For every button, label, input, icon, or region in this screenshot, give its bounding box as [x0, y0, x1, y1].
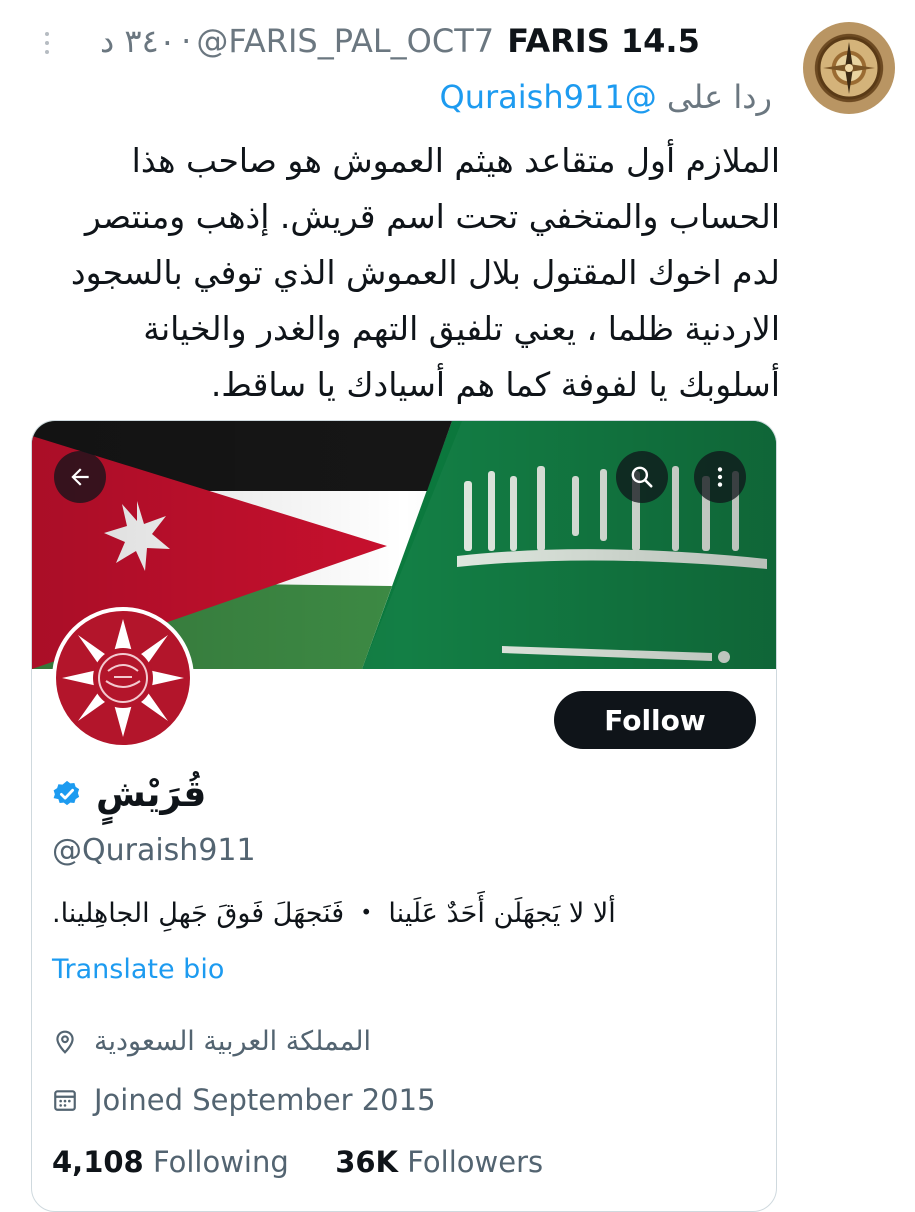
following-label: Following [152, 1145, 289, 1179]
profile-name-row: قُرَيْشٍ [52, 766, 206, 822]
followers-label: Followers [407, 1145, 544, 1179]
tweet-author-avatar[interactable] [803, 22, 895, 114]
tweet-header: ٣٤٠ د · @FARIS_PAL_OCT7 FARIS 14.5 [30, 22, 895, 66]
tweet-text-line: أسلوبك يا لفوفة كما هم أسيادك يا ساقط. [210, 365, 780, 404]
search-button[interactable] [616, 451, 668, 503]
profile-screenshot-card[interactable]: Follow قُرَيْشٍ @Quraish911 ألا لا يَجهَ… [31, 420, 777, 1212]
profile-location: المملكة العربية السعودية [94, 1026, 372, 1057]
calendar-icon [54, 1090, 76, 1111]
profile-location-row: المملكة العربية السعودية [52, 1026, 371, 1057]
tweet-author-name[interactable]: FARIS 14.5 [507, 22, 700, 60]
profile-display-name: قُرَيْشٍ [96, 773, 207, 815]
tweet-text-line: الحساب والمتخفي تحت اسم قريش. إذهب ومنتص… [84, 197, 780, 236]
tweet-author-handle[interactable]: @FARIS_PAL_OCT7 [196, 22, 494, 60]
more-vertical-icon [717, 467, 723, 487]
more-options-button[interactable] [694, 451, 746, 503]
translate-bio-link[interactable]: Translate bio [52, 954, 224, 985]
tweet-text: الملازم أول متقاعد هيثم العموش هو صاحب ه… [40, 133, 780, 413]
profile-joined-date: Joined September 2015 [94, 1083, 436, 1117]
back-arrow-icon [71, 468, 89, 486]
verified-badge-icon [53, 780, 80, 806]
reply-handle-link[interactable]: @Quraish911 [440, 78, 657, 116]
reply-prefix: ردا على [666, 78, 772, 116]
profile-handle: @Quraish911 [52, 833, 256, 868]
tweet-author-line: ٣٤٠ د · @FARIS_PAL_OCT7 FARIS 14.5 [100, 22, 700, 60]
profile-avatar-emblem [56, 611, 190, 745]
compass-image [817, 36, 881, 100]
tweet-text-line: لدم اخوك المقتول بلال العموش الذي توفي ب… [70, 253, 780, 292]
location-pin-icon [56, 1030, 74, 1054]
profile-avatar[interactable] [52, 607, 194, 749]
tweet-text-line: الملازم أول متقاعد هيثم العموش هو صاحب ه… [131, 141, 780, 180]
search-icon [631, 466, 653, 488]
tweet-text-line: الاردنية ظلما ، يعني تلفيق التهم والغدر … [143, 309, 780, 348]
meta-separator: · [181, 22, 192, 60]
back-button[interactable] [54, 451, 106, 503]
profile-stats: 4,108 Following 36K Followers [52, 1145, 543, 1179]
followers-count: 36K [335, 1145, 399, 1179]
followers-link[interactable]: 36K Followers [335, 1145, 543, 1179]
follow-button[interactable]: Follow [554, 691, 756, 749]
following-link[interactable]: 4,108 Following [52, 1145, 289, 1179]
reply-context: ردا على @Quraish911 [440, 78, 772, 116]
more-vertical-icon[interactable] [40, 32, 54, 58]
following-count: 4,108 [52, 1145, 144, 1179]
tweet-time: ٣٤٠ د [100, 22, 176, 60]
profile-joined-row: Joined September 2015 [52, 1083, 436, 1117]
profile-bio: ألا لا يَجهَلَن أَحَدٌ عَلَينا ・ فَنَجهَ… [52, 898, 616, 929]
